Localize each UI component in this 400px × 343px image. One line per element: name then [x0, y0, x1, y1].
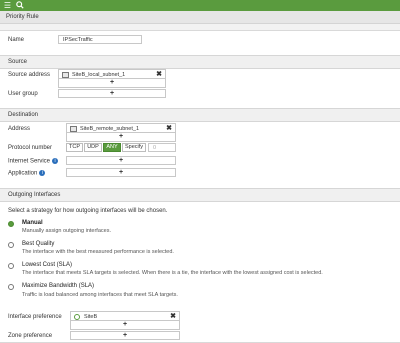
interface-preference-value: SiteB: [84, 313, 98, 320]
protocol-specify-button[interactable]: Specify: [122, 143, 146, 152]
add-user-group-button[interactable]: +: [58, 89, 166, 98]
best-quality-option-title: Best Quality: [22, 241, 55, 247]
add-application-button[interactable]: +: [66, 168, 176, 177]
best-quality-radio[interactable]: [8, 242, 14, 248]
protocol-udp-button[interactable]: UDP: [84, 143, 102, 152]
top-bar: ☰: [0, 0, 400, 11]
zone-preference-label: Zone preference: [8, 333, 53, 339]
name-input[interactable]: IPSecTraffic: [58, 35, 142, 44]
remove-icon[interactable]: ✖: [166, 124, 172, 132]
lowest-cost-option-desc: The interface that meets SLA targets is …: [22, 270, 323, 276]
application-text: Application: [8, 170, 38, 177]
maximize-bandwidth-option-title: Maximize Bandwidth (SLA): [22, 283, 95, 289]
remove-icon[interactable]: ✖: [156, 70, 162, 78]
network-address-icon: [62, 71, 69, 78]
source-section-header: Source: [0, 55, 400, 69]
application-label: Application i: [8, 170, 46, 177]
hamburger-menu-icon[interactable]: ☰: [3, 1, 12, 10]
network-address-icon: [70, 125, 77, 132]
manual-radio[interactable]: [8, 221, 14, 227]
add-interface-button[interactable]: +: [70, 321, 180, 330]
destination-address-entry[interactable]: SiteB_remote_subnet_1 ✖: [66, 123, 176, 133]
source-section-title: Source: [8, 59, 28, 65]
source-address-entry[interactable]: SiteB_local_subnet_1 ✖: [58, 69, 166, 79]
protocol-number-value: 0: [153, 145, 157, 151]
add-zone-button[interactable]: +: [70, 331, 180, 340]
lowest-cost-option-title: Lowest Cost (SLA): [22, 262, 73, 268]
add-destination-address-button[interactable]: +: [66, 133, 176, 142]
protocol-number-label: Protocol number: [8, 145, 53, 151]
protocol-any-button[interactable]: ANY: [103, 143, 121, 152]
name-value: IPSecTraffic: [63, 37, 93, 43]
remove-icon[interactable]: ✖: [170, 312, 176, 320]
manual-option-desc: Manually assign outgoing interfaces.: [22, 228, 111, 234]
maximize-bandwidth-radio[interactable]: [8, 284, 14, 290]
internet-service-label: Internet Service i: [8, 158, 59, 165]
destination-section-title: Destination: [8, 112, 39, 118]
interface-preference-entry[interactable]: SiteB ✖: [70, 311, 180, 321]
user-group-label: User group: [8, 91, 38, 97]
lowest-cost-radio[interactable]: [8, 263, 14, 269]
internet-service-text: Internet Service: [8, 158, 51, 165]
manual-option-title: Manual: [22, 220, 43, 226]
destination-address-value: SiteB_remote_subnet_1: [80, 125, 140, 132]
source-address-label: Source address: [8, 72, 51, 78]
outgoing-section-header: Outgoing Interfaces: [0, 188, 400, 202]
add-internet-service-button[interactable]: +: [66, 156, 176, 165]
destination-address-label: Address: [8, 126, 31, 132]
add-source-address-button[interactable]: +: [58, 79, 166, 88]
interface-icon: [74, 313, 80, 320]
info-icon[interactable]: i: [52, 158, 59, 164]
maximize-bandwidth-option-desc: Traffic is load balanced among interface…: [22, 292, 178, 298]
info-icon[interactable]: i: [39, 170, 46, 176]
strategy-instruction: Select a strategy for how outgoing inter…: [8, 208, 168, 214]
page-title: Priority Rule: [6, 14, 39, 20]
outgoing-section-title: Outgoing Interfaces: [8, 192, 61, 198]
page-title-bar: Priority Rule: [0, 11, 400, 24]
protocol-tcp-button[interactable]: TCP: [66, 143, 83, 152]
source-address-value: SiteB_local_subnet_1: [72, 71, 126, 78]
interface-preference-label: Interface preference: [8, 314, 62, 320]
destination-section-header: Destination: [0, 108, 400, 122]
search-icon[interactable]: [15, 1, 24, 10]
best-quality-option-desc: The interface with the best measured per…: [22, 249, 174, 255]
name-label: Name: [8, 37, 25, 43]
protocol-number-input[interactable]: 0: [148, 143, 176, 152]
